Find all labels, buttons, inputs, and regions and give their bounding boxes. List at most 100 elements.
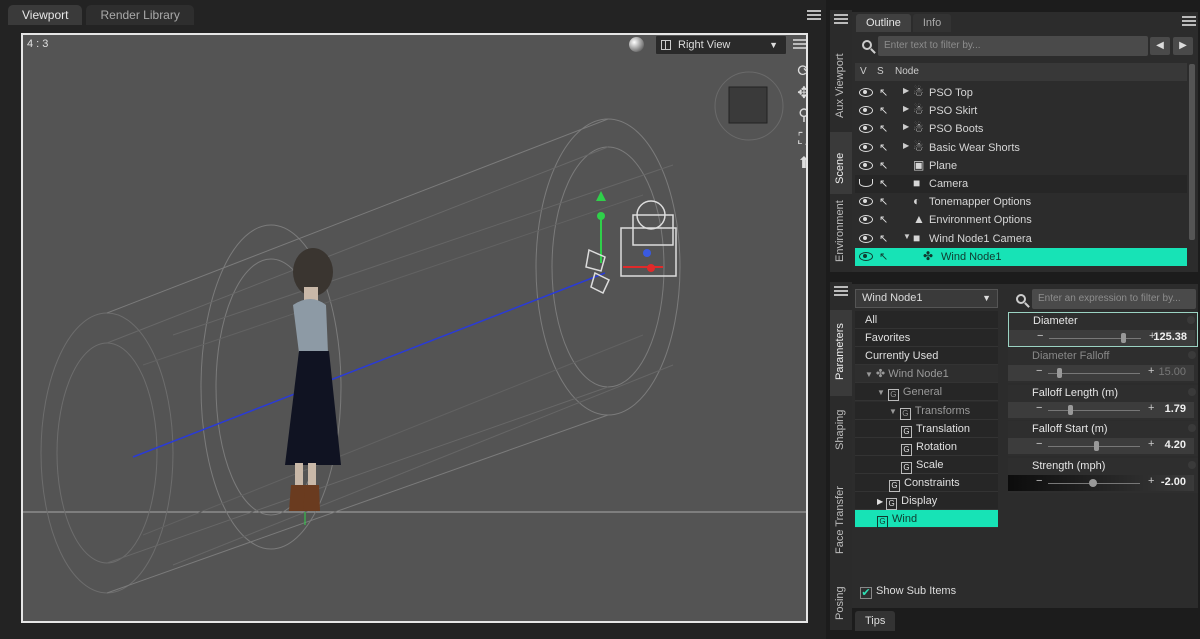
tab-shaping[interactable]: Shaping <box>830 398 852 460</box>
column-selectable[interactable]: S <box>877 66 884 77</box>
property-group-item[interactable]: All <box>855 311 998 329</box>
selectable-cursor-icon[interactable]: ↖ <box>879 104 888 117</box>
zoom-icon[interactable]: ⚲ <box>795 107 806 125</box>
property-group-item[interactable]: G Constraints <box>855 473 998 492</box>
property-group-item[interactable]: G Translation <box>855 419 998 438</box>
decrement-icon[interactable]: − <box>1037 330 1043 342</box>
visibility-eye-icon[interactable] <box>859 105 873 116</box>
property-value[interactable]: 125.38 <box>1153 331 1187 343</box>
visibility-eye-icon[interactable] <box>859 87 873 97</box>
scene-node-row[interactable]: ↖ ▶ ☃ PSO Skirt <box>855 102 1187 120</box>
expander-icon[interactable]: ▼ <box>903 232 911 241</box>
slider-track[interactable]: − + -2.00 <box>1008 474 1194 491</box>
visibility-eye-icon[interactable] <box>859 214 873 225</box>
property-options-icon[interactable] <box>1187 316 1195 324</box>
slider-track[interactable]: − +4.20 <box>1008 438 1194 455</box>
property-slider-row[interactable]: Diameter Falloff − +15.00 <box>1008 348 1198 384</box>
property-options-icon[interactable] <box>1188 387 1196 396</box>
decrement-icon[interactable]: − <box>1036 475 1042 487</box>
slider-knob[interactable] <box>1094 441 1099 452</box>
selectable-cursor-icon[interactable]: ↖ <box>879 177 888 190</box>
scene-node-row[interactable]: ↖ ▼ ■ Wind Node1 Camera <box>855 230 1187 248</box>
scene-menu-icon[interactable] <box>1182 16 1196 28</box>
view-menu-icon[interactable] <box>793 39 806 51</box>
viewport-menu-icon[interactable] <box>807 10 821 22</box>
increment-icon[interactable]: + <box>1148 402 1154 414</box>
property-group-item[interactable]: ▶ G Display <box>855 492 998 510</box>
scene-node-row[interactable]: ↖ ✤ Wind Node1 <box>855 247 1187 266</box>
scene-node-row[interactable]: ↖ ▶ ☃ PSO Boots <box>855 120 1187 138</box>
visibility-eye-icon[interactable] <box>859 233 873 243</box>
shading-sphere-icon[interactable] <box>627 35 647 55</box>
slider-knob[interactable] <box>1057 368 1063 379</box>
slider-track[interactable]: − +125.38 <box>1009 330 1195 346</box>
tab-posing[interactable]: Posing <box>830 576 852 628</box>
orbit-icon[interactable]: ⟳ <box>795 63 806 81</box>
expander-icon[interactable]: ▶ <box>877 497 883 506</box>
selectable-cursor-icon[interactable]: ↖ <box>879 213 888 226</box>
property-group-item[interactable]: ▼ G General <box>855 383 998 402</box>
property-slider-row[interactable]: Diameter − +125.38 <box>1008 312 1198 347</box>
expander-icon[interactable]: ▶ <box>903 104 909 113</box>
column-node[interactable]: Node <box>895 66 919 77</box>
visibility-eye-icon[interactable] <box>859 160 873 170</box>
column-visible[interactable]: V <box>860 66 867 77</box>
tab-face-transfer[interactable]: Face Transfer <box>830 472 852 562</box>
expander-icon[interactable]: ▶ <box>903 141 909 150</box>
scene-node-row[interactable]: ↖ ▲ Environment Options <box>855 211 1187 229</box>
selectable-cursor-icon[interactable]: ↖ <box>879 159 888 172</box>
property-slider-row[interactable]: Strength (mph) − + -2.00 <box>1008 457 1198 493</box>
side-menu-icon[interactable] <box>834 14 848 26</box>
property-group-item[interactable]: G Wind <box>855 510 998 529</box>
property-group-item[interactable]: Favorites <box>855 329 998 348</box>
property-value[interactable]: 4.20 <box>1165 439 1186 451</box>
selectable-cursor-icon[interactable]: ↖ <box>879 250 888 263</box>
tab-tips[interactable]: Tips <box>855 611 895 631</box>
scene-scrollbar[interactable] <box>1189 64 1195 240</box>
property-options-icon[interactable] <box>1188 424 1196 433</box>
tab-info[interactable]: Info <box>912 14 952 32</box>
next-arrow-icon[interactable]: ▶ <box>1173 37 1193 55</box>
slider-track[interactable]: − +1.79 <box>1008 401 1194 418</box>
property-slider-row[interactable]: Falloff Length (m) − +1.79 <box>1008 384 1198 420</box>
property-group-item[interactable]: ▼ ✤ Wind Node1 <box>855 365 998 384</box>
tab-viewport[interactable]: Viewport <box>8 5 83 25</box>
tab-outline[interactable]: Outline <box>856 14 911 32</box>
show-sub-items-checkbox[interactable]: ✔ Show Sub Items <box>860 585 956 599</box>
scene-node-row[interactable]: ↖ ▶ ☃ Basic Wear Shorts <box>855 139 1187 157</box>
side-menu-icon-2[interactable] <box>834 286 848 298</box>
expander-icon[interactable]: ▼ <box>889 407 897 416</box>
property-group-item[interactable]: G Rotation <box>855 437 998 456</box>
slider-knob[interactable] <box>1120 333 1126 343</box>
visibility-eye-icon[interactable] <box>859 196 873 207</box>
previous-arrow-icon[interactable]: ◀ <box>1150 37 1170 55</box>
tab-parameters[interactable]: Parameters <box>830 310 852 396</box>
reset-view-icon[interactable]: ⬆ <box>795 155 806 173</box>
scene-node-row[interactable]: ↖ ■ Camera <box>855 175 1187 193</box>
expander-icon[interactable]: ▼ <box>865 370 873 379</box>
tab-render-library[interactable]: Render Library <box>86 5 194 25</box>
visibility-eye-icon[interactable] <box>859 178 873 188</box>
scene-node-row[interactable]: ↖ ▶ ☃ PSO Top <box>855 84 1187 102</box>
visibility-eye-icon[interactable] <box>859 142 873 152</box>
parameter-filter-input[interactable]: Enter an expression to filter by... <box>1032 289 1196 309</box>
property-group-item[interactable]: G Scale <box>855 455 998 474</box>
scene-filter-input[interactable]: Enter text to filter by... <box>878 36 1148 56</box>
tab-aux-viewport[interactable]: Aux Viewport <box>830 40 852 130</box>
selectable-cursor-icon[interactable]: ↖ <box>879 122 888 135</box>
selectable-cursor-icon[interactable]: ↖ <box>879 141 888 154</box>
property-value[interactable]: 1.79 <box>1165 403 1186 415</box>
selectable-cursor-icon[interactable]: ↖ <box>879 232 888 245</box>
property-value[interactable]: 15.00 <box>1158 366 1186 378</box>
decrement-icon[interactable]: − <box>1036 402 1042 414</box>
increment-icon[interactable]: + <box>1148 365 1154 377</box>
selectable-cursor-icon[interactable]: ↖ <box>879 195 888 208</box>
scene-node-row[interactable]: ↖ ▣ Plane <box>855 157 1187 175</box>
decrement-icon[interactable]: − <box>1036 365 1042 377</box>
slider-track[interactable]: − +15.00 <box>1008 365 1194 382</box>
expander-icon[interactable]: ▼ <box>877 388 885 397</box>
selectable-cursor-icon[interactable]: ↖ <box>879 86 888 99</box>
property-group-item[interactable]: Currently Used <box>855 347 998 366</box>
increment-icon[interactable]: + <box>1148 475 1154 487</box>
tab-environment[interactable]: Environment <box>830 196 852 270</box>
